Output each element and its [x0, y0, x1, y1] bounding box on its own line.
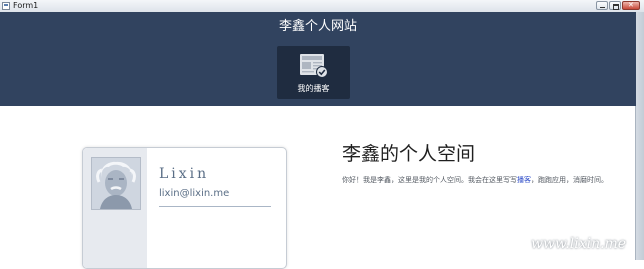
app-icon: [2, 2, 10, 10]
site-title: 李鑫个人网站: [278, 19, 357, 34]
intro-text: 你好！我是李鑫，这里是我的个人空间。我会在这里写写播客，跑跑应用，消磨时间。: [342, 175, 617, 186]
blog-tile-label: 我的播客: [297, 84, 330, 93]
minimize-button[interactable]: [596, 1, 608, 10]
window-title: Form1: [13, 1, 39, 10]
blog-tile[interactable]: 我的播客: [277, 46, 350, 99]
site-watermark: www.lixin.me: [531, 236, 627, 252]
profile-divider: [159, 206, 271, 207]
intro-text-end: ，跑跑应用，消磨时间。: [531, 176, 608, 184]
einstein-avatar: [91, 157, 141, 210]
close-button[interactable]: [622, 1, 640, 10]
profile-name: Lixin: [159, 166, 210, 182]
profile-email[interactable]: lixin@lixin.me: [159, 188, 229, 199]
intro-text-start: 你好！我是李鑫，这里是我的个人空间。我会在这里写写: [342, 176, 517, 184]
window-controls: [596, 1, 640, 11]
site-header: 李鑫个人网站 我的播客: [0, 12, 636, 106]
window-frame-right: [635, 12, 644, 260]
newspaper-check-icon: [300, 54, 328, 78]
maximize-button[interactable]: [609, 1, 621, 10]
page-headline: 李鑫的个人空间: [342, 143, 476, 165]
profile-card: Lixin lixin@lixin.me: [82, 147, 287, 269]
blog-link[interactable]: 播客: [517, 176, 531, 184]
